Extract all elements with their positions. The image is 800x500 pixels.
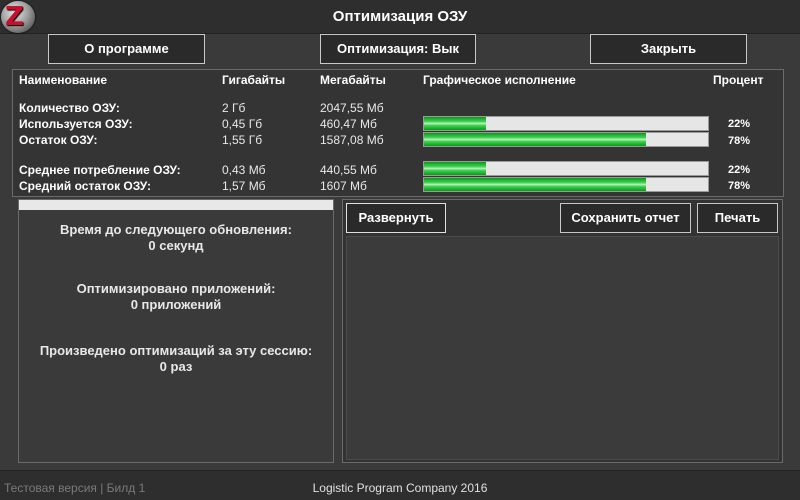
optimized-apps-label: Оптимизировано приложений: (76, 281, 276, 296)
update-progress-bar (19, 200, 333, 210)
remaining-progress-bar (423, 132, 709, 147)
optimized-apps-value: 0 приложений (130, 297, 222, 312)
header-percent: Процент (713, 73, 764, 87)
row-avg-usage-gb: 0,43 Мб (222, 163, 266, 177)
row-total-gb: 2 Гб (222, 101, 246, 115)
row-total-label: Количество ОЗУ: (19, 101, 120, 115)
avg-usage-progress-fill (424, 162, 487, 175)
row-used-percent: 22% (728, 118, 751, 130)
expand-button[interactable]: Развернуть (346, 203, 446, 233)
avg-remaining-progress-bar (423, 177, 709, 192)
title-bar: Z Оптимизация ОЗУ (0, 0, 800, 34)
session-optimizations-label: Произведено оптимизаций за эту сессию: (39, 343, 313, 358)
row-used-mb: 460,47 Мб (320, 117, 377, 131)
row-remaining-label: Остаток ОЗУ: (19, 133, 98, 147)
optimization-toggle-button[interactable]: Оптимизация: Вык (320, 34, 476, 64)
row-total-mb: 2047,55 Мб (320, 101, 384, 115)
next-update-label: Время до следующего обновления: (60, 222, 292, 237)
row-avg-remaining-gb: 1,57 Мб (222, 179, 266, 193)
header-megabytes: Мегабайты (320, 73, 386, 87)
avg-remaining-progress-fill (424, 178, 646, 191)
row-avg-remaining-percent: 78% (728, 180, 751, 192)
row-used-gb: 0,45 Гб (222, 117, 263, 131)
used-progress-bar (423, 116, 709, 131)
row-remaining-gb: 1,55 Гб (222, 133, 263, 147)
header-name: Наименование (19, 73, 108, 87)
header-graph: Графическое исполнение (423, 73, 576, 87)
ram-stats-table: Наименование Гигабайты Мегабайты Графиче… (12, 69, 784, 197)
header-gigabytes: Гигабайты (222, 73, 286, 87)
company-label: Logistic Program Company 2016 (312, 481, 488, 495)
log-panel: Развернуть Сохранить отчет Печать (342, 199, 783, 463)
status-bar: Тестовая версия | Билд 1 Logistic Progra… (0, 470, 800, 500)
session-optimizations-value: 0 раз (159, 359, 193, 374)
row-avg-usage-percent: 22% (728, 164, 751, 176)
row-avg-usage-mb: 440,55 Мб (320, 163, 377, 177)
used-progress-fill (424, 117, 487, 130)
row-avg-remaining-label: Средний остаток ОЗУ: (19, 179, 151, 193)
avg-usage-progress-bar (423, 161, 709, 176)
save-report-button[interactable]: Сохранить отчет (560, 203, 691, 233)
info-panel: Время до следующего обновления: 0 секунд… (18, 199, 334, 463)
window-title: Оптимизация ОЗУ (332, 8, 468, 25)
row-avg-remaining-mb: 1607 Мб (320, 179, 367, 193)
row-remaining-mb: 1587,08 Мб (320, 133, 384, 147)
close-button[interactable]: Закрыть (590, 34, 747, 64)
log-text-area[interactable] (346, 236, 779, 460)
row-avg-usage-label: Среднее потребление ОЗУ: (19, 163, 181, 177)
print-button[interactable]: Печать (697, 203, 778, 233)
row-used-label: Используется ОЗУ: (19, 117, 133, 131)
row-remaining-percent: 78% (728, 135, 751, 147)
about-button[interactable]: О программе (48, 34, 205, 64)
next-update-value: 0 секунд (148, 238, 204, 253)
remaining-progress-fill (424, 133, 646, 146)
